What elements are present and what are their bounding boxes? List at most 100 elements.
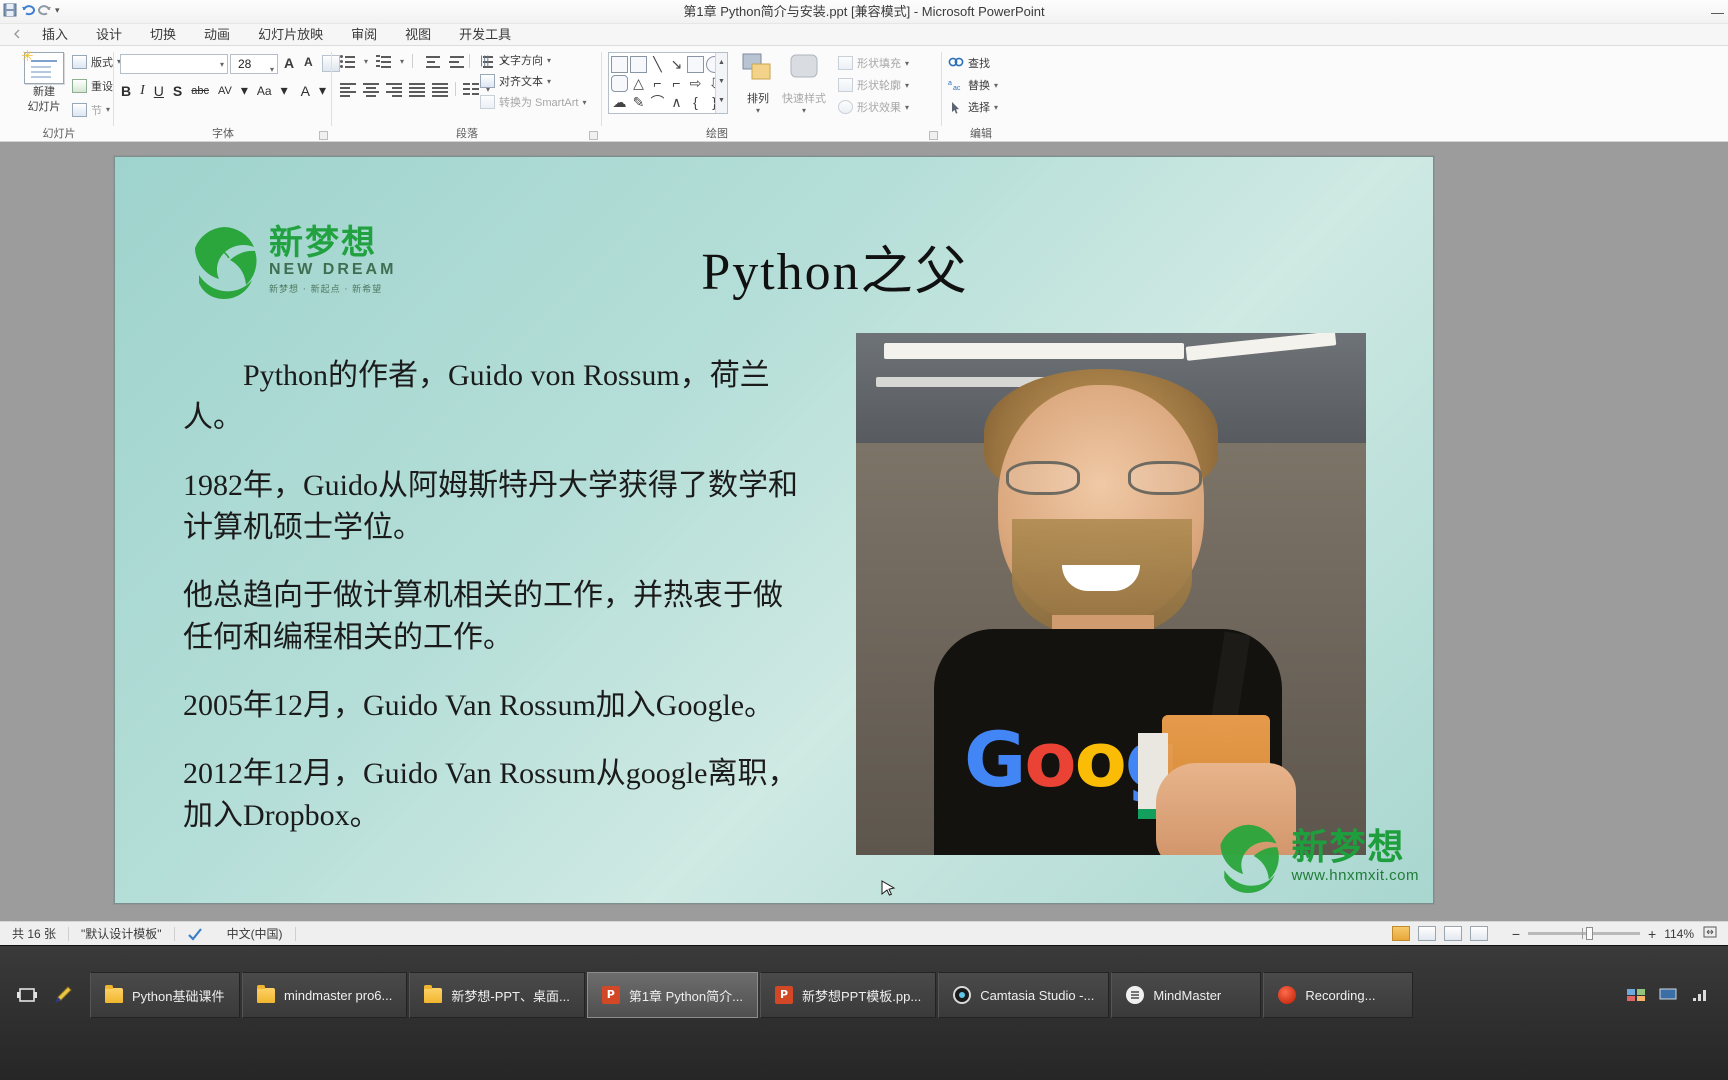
taskbar-item-chapter1-ppt[interactable]: P 第1章 Python简介... [586, 972, 758, 1018]
chevron-down-icon[interactable]: ▾ [281, 82, 288, 99]
tab-view[interactable]: 视图 [391, 25, 445, 46]
scroll-up-icon[interactable]: ▲ [716, 53, 727, 72]
select-button[interactable]: 选择 ▾ [948, 99, 998, 115]
minimize-button[interactable]: — [1711, 5, 1724, 20]
chevron-down-icon[interactable]: ▾ [994, 103, 998, 112]
slide-title[interactable]: Python之父 [535, 229, 1135, 304]
freeform-shape-icon[interactable]: ✎ [630, 94, 647, 111]
curve-shape-icon[interactable]: ∧ [668, 94, 685, 111]
bold-button[interactable]: B [121, 83, 131, 99]
font-color-button[interactable]: A [301, 83, 310, 99]
find-button[interactable]: 查找 [948, 55, 998, 71]
tray-apps-icon[interactable] [1626, 987, 1646, 1003]
tab-animations[interactable]: 动画 [190, 25, 244, 46]
zoom-level[interactable]: 114% [1664, 927, 1694, 941]
shapes-gallery[interactable]: ╲ ↘ △ ⌐ ⌐ ⇨ ⇩ ☁ ✎ ⌒ ∧ [608, 52, 728, 114]
slide-theme[interactable]: "默认设计模板" [69, 922, 174, 946]
zoom-in-button[interactable]: + [1648, 926, 1656, 942]
justify-icon[interactable] [409, 82, 425, 97]
taskbar-item-camtasia[interactable]: Camtasia Studio -... [938, 972, 1110, 1018]
tab-file[interactable] [6, 25, 28, 46]
shrink-font-button[interactable]: A [304, 55, 313, 69]
align-center-icon[interactable] [363, 82, 379, 97]
chevron-down-icon[interactable]: ▾ [400, 57, 404, 66]
chevron-down-icon[interactable]: ▾ [270, 60, 274, 79]
align-text-button[interactable]: 对齐文本 ▾ [480, 73, 586, 89]
columns-icon[interactable] [463, 82, 479, 96]
arc-shape-icon[interactable]: ⌒ [649, 94, 666, 111]
tab-slideshow[interactable]: 幻灯片放映 [244, 25, 337, 46]
align-left-icon[interactable] [340, 82, 356, 97]
normal-view-button[interactable] [1391, 926, 1410, 941]
rounded-rectangle-shape-icon[interactable] [611, 75, 628, 92]
shapes-gallery-scrollbar[interactable]: ▲ ▼ ▼ [715, 53, 727, 113]
tray-network-icon[interactable] [1690, 987, 1710, 1003]
text-shadow-button[interactable]: S [173, 83, 182, 99]
chevron-down-icon[interactable]: ▾ [220, 60, 224, 69]
chevron-down-icon[interactable]: ▾ [364, 57, 368, 66]
tab-transitions[interactable]: 切换 [136, 25, 190, 46]
zoom-out-button[interactable]: − [1512, 926, 1520, 942]
chevron-down-icon[interactable]: ▾ [734, 106, 782, 115]
change-case-button[interactable]: Aa [257, 84, 272, 98]
rectangle-shape-icon[interactable] [687, 56, 704, 73]
chevron-down-icon[interactable]: ▾ [241, 82, 248, 99]
tab-review[interactable]: 审阅 [337, 25, 391, 46]
tab-insert[interactable]: 插入 [28, 25, 82, 46]
font-size-combo[interactable]: 28 ▾ [230, 54, 278, 74]
elbow-arrow-icon[interactable]: ⌐ [668, 75, 685, 92]
elbow-connector-icon[interactable]: ⌐ [649, 75, 666, 92]
shape-effects-button[interactable]: 形状效果 ▾ [838, 99, 909, 115]
scroll-down-icon[interactable]: ▼ [716, 72, 727, 91]
chevron-down-icon[interactable]: ▾ [319, 82, 326, 99]
increase-indent-icon[interactable] [445, 54, 465, 68]
reading-view-button[interactable] [1443, 926, 1462, 941]
taskbar-item-python-course[interactable]: Python基础课件 [90, 972, 240, 1018]
font-name-combo[interactable]: ▾ [120, 54, 228, 74]
bullets-icon[interactable] [340, 54, 356, 68]
align-right-icon[interactable] [386, 82, 402, 97]
new-slide-button[interactable]: ✳ 新建 幻灯片 [18, 49, 70, 114]
window-controls[interactable]: — [1711, 0, 1724, 24]
decrease-indent-icon[interactable] [421, 54, 441, 68]
shape-styles-dialog-launcher[interactable] [929, 131, 938, 140]
spellcheck-status[interactable] [175, 922, 215, 946]
gallery-more-icon[interactable]: ▼ [716, 91, 727, 110]
tab-design[interactable]: 设计 [82, 25, 136, 46]
chevron-down-icon[interactable]: ▾ [780, 106, 828, 115]
slide-body-textbox[interactable]: Python的作者，Guido von Rossum，荷兰人。 1982年，Gu… [183, 355, 803, 863]
right-arrow-shape-icon[interactable]: ⇨ [687, 75, 704, 92]
chevron-down-icon[interactable]: ▾ [547, 56, 551, 65]
chevron-down-icon[interactable]: ▾ [905, 81, 909, 90]
cloud-shape-icon[interactable]: ☁ [611, 94, 628, 111]
chevron-down-icon[interactable]: ▾ [905, 59, 909, 68]
pen-tool-icon[interactable] [52, 984, 74, 1006]
slide-canvas[interactable]: 新梦想 NEW DREAM 新梦想 · 新起点 · 新希望 Python之父 P… [114, 156, 1434, 904]
character-spacing-button[interactable]: AV [218, 85, 232, 97]
arrange-button[interactable]: 排列 ▾ [734, 52, 782, 115]
chevron-down-icon[interactable]: ▾ [582, 98, 586, 107]
taskbar-item-recording[interactable]: Recording... [1263, 972, 1414, 1018]
textbox-shape-icon[interactable] [611, 56, 628, 73]
arrow-shape-icon[interactable]: ↘ [668, 56, 685, 73]
guido-van-rossum-photo[interactable]: Goog [856, 333, 1366, 855]
vertical-textbox-shape-icon[interactable] [630, 56, 647, 73]
grow-font-button[interactable]: A [284, 55, 294, 71]
tray-monitor-icon[interactable] [1658, 987, 1678, 1003]
strikethrough-button[interactable]: abc [191, 85, 209, 97]
italic-button[interactable]: I [140, 83, 145, 99]
chevron-down-icon[interactable]: ▾ [106, 105, 110, 114]
replace-button[interactable]: a ac 替换 ▾ [948, 77, 998, 93]
taskbar-item-mindmaster-pro[interactable]: mindmaster pro6... [242, 972, 408, 1018]
quick-styles-button[interactable]: 快速样式 ▾ [780, 52, 828, 115]
underline-button[interactable]: U [154, 83, 164, 99]
slide-sorter-view-button[interactable] [1417, 926, 1436, 941]
task-view-icon[interactable] [16, 984, 38, 1006]
chevron-down-icon[interactable]: ▾ [905, 103, 909, 112]
shape-outline-button[interactable]: 形状轮廓 ▾ [838, 77, 909, 93]
shape-fill-button[interactable]: 形状填充 ▾ [838, 55, 909, 71]
taskbar-item-template-ppt[interactable]: P 新梦想PPT模板.pp... [759, 972, 937, 1018]
paragraph-dialog-launcher[interactable] [589, 131, 598, 140]
taskbar-item-mindmaster[interactable]: MindMaster [1111, 972, 1262, 1018]
distribute-icon[interactable] [432, 82, 448, 97]
